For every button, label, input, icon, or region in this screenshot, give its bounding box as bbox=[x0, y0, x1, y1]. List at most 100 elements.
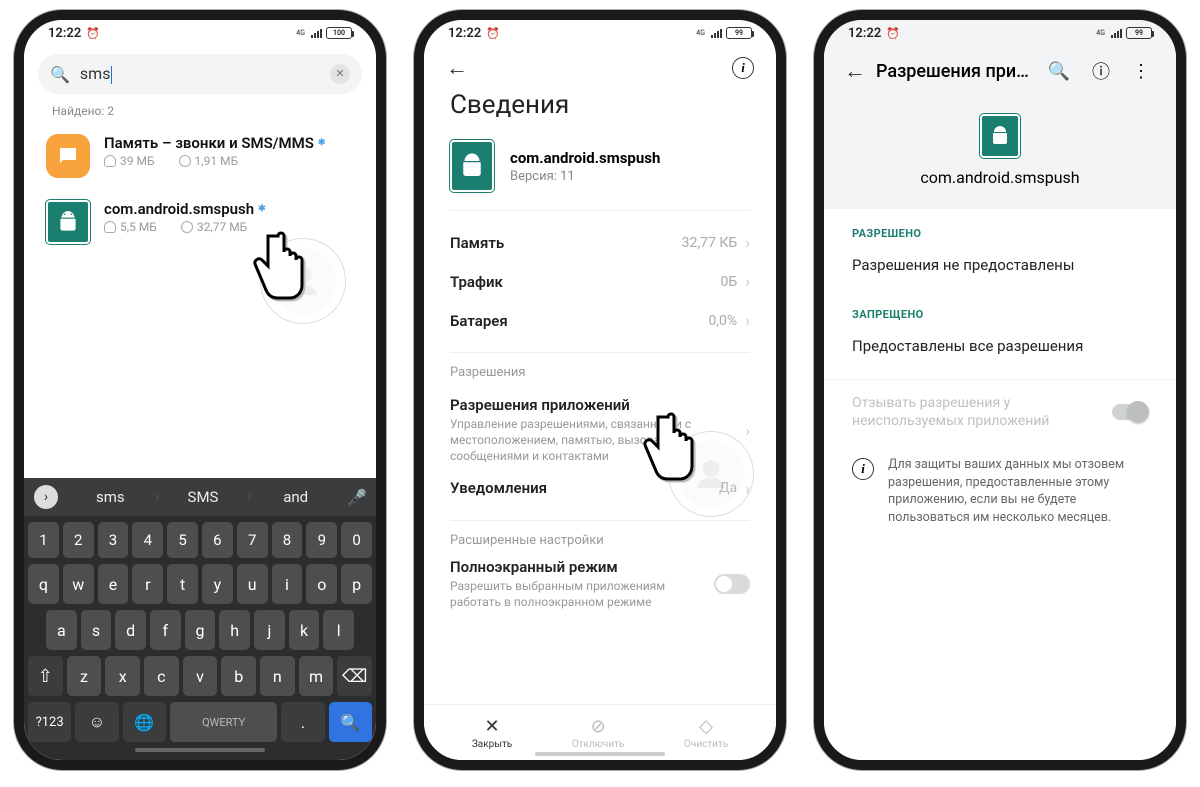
nav-handle[interactable] bbox=[135, 748, 265, 752]
overflow-menu-icon[interactable]: ⋮ bbox=[1126, 61, 1156, 82]
row-storage[interactable]: Память 32,77 КБ› bbox=[450, 223, 750, 262]
key-e[interactable]: e bbox=[98, 564, 129, 604]
suggestion[interactable]: SMS bbox=[157, 488, 250, 506]
toggle-revoke[interactable] bbox=[1112, 404, 1148, 420]
key-symbols[interactable]: ?123 bbox=[28, 702, 71, 742]
search-icon: 🔍 bbox=[50, 65, 70, 84]
app-name: com.android.smspush bbox=[510, 149, 660, 167]
key-i[interactable]: i bbox=[272, 564, 303, 604]
back-icon[interactable]: ← bbox=[844, 58, 866, 84]
section-permissions: Разрешения bbox=[450, 365, 750, 380]
app-name: com.android.smspush bbox=[920, 168, 1079, 187]
key-o[interactable]: o bbox=[306, 564, 337, 604]
watermark-ghost bbox=[668, 431, 754, 517]
key-9[interactable]: 9 bbox=[306, 522, 337, 558]
suggestion[interactable]: and bbox=[249, 488, 342, 506]
key-a[interactable]: a bbox=[46, 610, 77, 650]
key-b[interactable]: b bbox=[221, 656, 256, 696]
key-k[interactable]: k bbox=[289, 610, 320, 650]
key-t[interactable]: t bbox=[167, 564, 198, 604]
chevron-right-icon: › bbox=[745, 233, 750, 252]
key-q[interactable]: q bbox=[28, 564, 59, 604]
key-u[interactable]: u bbox=[237, 564, 268, 604]
status-bar: 12:22 4G 99 bbox=[424, 20, 776, 46]
clear-icon[interactable]: ✕ bbox=[330, 64, 350, 84]
help-icon[interactable]: ⓘ bbox=[1086, 58, 1116, 84]
info-icon[interactable]: i bbox=[732, 57, 754, 79]
key-s[interactable]: s bbox=[81, 610, 112, 650]
row-fullscreen[interactable]: Полноэкранный режим Разрешить выбранным … bbox=[450, 558, 750, 610]
expand-suggestions-icon[interactable]: › bbox=[34, 485, 58, 509]
suggestion[interactable]: sms bbox=[64, 488, 157, 506]
keyboard-suggestions: › sms SMS and 🎤 bbox=[24, 478, 376, 516]
storage-icon bbox=[104, 221, 116, 233]
key-period[interactable]: . bbox=[281, 702, 324, 742]
app-row-memory[interactable]: Память – звонки и SMS/MMS✱ 39 МБ 1,91 МБ bbox=[24, 126, 376, 192]
disable-icon: ⊘ bbox=[591, 716, 606, 737]
key-backspace[interactable]: ⌫ bbox=[337, 656, 372, 696]
nav-handle[interactable] bbox=[535, 752, 665, 756]
key-5[interactable]: 5 bbox=[167, 522, 198, 558]
network-label: 4G bbox=[296, 29, 305, 37]
action-clear[interactable]: ◇Очистить bbox=[684, 716, 728, 750]
app-icon bbox=[980, 114, 1020, 158]
phone-2: 12:22 4G 99 ← i Сведения com.android.sms… bbox=[414, 10, 786, 770]
key-h[interactable]: h bbox=[219, 610, 250, 650]
key-g[interactable]: g bbox=[185, 610, 216, 650]
alarm-icon bbox=[86, 26, 100, 41]
key-l[interactable]: l bbox=[323, 610, 354, 650]
key-j[interactable]: j bbox=[254, 610, 285, 650]
app-header: com.android.smspush bbox=[824, 96, 1176, 209]
back-icon[interactable]: ← bbox=[446, 55, 468, 81]
key-f[interactable]: f bbox=[150, 610, 181, 650]
row-traffic[interactable]: Трафик 0Б› bbox=[450, 262, 750, 301]
key-6[interactable]: 6 bbox=[202, 522, 233, 558]
key-p[interactable]: p bbox=[341, 564, 372, 604]
toggle-fullscreen[interactable] bbox=[714, 574, 750, 594]
key-2[interactable]: 2 bbox=[63, 522, 94, 558]
key-c[interactable]: c bbox=[144, 656, 179, 696]
allowed-text: Разрешения не предоставлены bbox=[824, 250, 1176, 290]
search-icon[interactable]: 🔍 bbox=[1042, 61, 1076, 82]
key-n[interactable]: n bbox=[260, 656, 295, 696]
signal-icon bbox=[711, 28, 722, 38]
key-space[interactable]: QWERTY bbox=[170, 702, 278, 742]
close-icon: ✕ bbox=[484, 716, 499, 737]
action-disable[interactable]: ⊘Отключить bbox=[572, 716, 625, 750]
key-z[interactable]: z bbox=[67, 656, 102, 696]
key-0[interactable]: 0 bbox=[341, 522, 372, 558]
mic-icon[interactable]: 🎤 bbox=[342, 488, 372, 507]
key-v[interactable]: v bbox=[183, 656, 218, 696]
key-r[interactable]: r bbox=[132, 564, 163, 604]
phone-1: 12:22 4G 100 🔍 sms ✕ Найдено: 2 Память –… bbox=[14, 10, 386, 770]
row-battery[interactable]: Батарея 0,0%› bbox=[450, 301, 750, 340]
key-shift[interactable]: ⇧ bbox=[28, 656, 63, 696]
signal-icon bbox=[311, 28, 322, 38]
key-3[interactable]: 3 bbox=[98, 522, 129, 558]
alarm-icon bbox=[886, 26, 900, 41]
app-version: Версия: 11 bbox=[510, 169, 660, 184]
key-search[interactable]: 🔍 bbox=[329, 702, 372, 742]
search-input[interactable]: sms bbox=[80, 64, 320, 84]
action-close[interactable]: ✕Закрыть bbox=[472, 716, 512, 750]
network-label: 4G bbox=[1096, 29, 1105, 37]
key-x[interactable]: x bbox=[105, 656, 140, 696]
clock-icon bbox=[179, 155, 191, 167]
chevron-right-icon: › bbox=[745, 272, 750, 291]
key-lang[interactable]: 🌐 bbox=[123, 702, 166, 742]
row-revoke-unused[interactable]: Отзывать разрешения у неиспользуемых при… bbox=[824, 379, 1176, 438]
key-d[interactable]: d bbox=[115, 610, 146, 650]
key-7[interactable]: 7 bbox=[237, 522, 268, 558]
key-y[interactable]: y bbox=[202, 564, 233, 604]
key-4[interactable]: 4 bbox=[132, 522, 163, 558]
search-bar[interactable]: 🔍 sms ✕ bbox=[38, 54, 362, 94]
section-denied: ЗАПРЕЩЕНО bbox=[824, 290, 1176, 331]
key-m[interactable]: m bbox=[299, 656, 334, 696]
battery-icon: 99 bbox=[726, 27, 752, 39]
app-bar: ← Разрешения при… 🔍 ⓘ ⋮ bbox=[824, 46, 1176, 96]
key-1[interactable]: 1 bbox=[28, 522, 59, 558]
key-emoji[interactable]: ☺ bbox=[75, 702, 118, 742]
alarm-icon bbox=[486, 26, 500, 41]
key-8[interactable]: 8 bbox=[272, 522, 303, 558]
key-w[interactable]: w bbox=[63, 564, 94, 604]
